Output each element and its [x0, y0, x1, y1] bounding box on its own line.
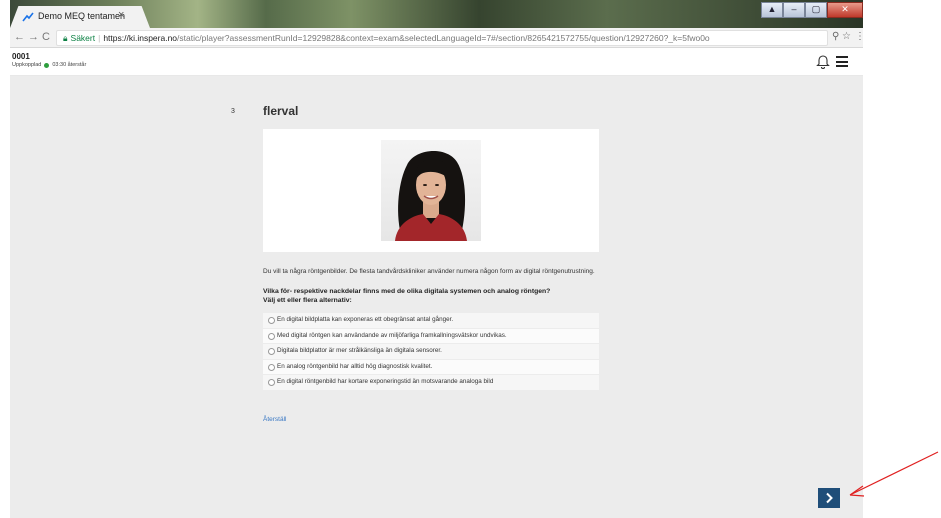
tab-close-icon[interactable]: ×	[118, 9, 124, 21]
answer-option[interactable]: Digitala bildplattor är mer strålkänslig…	[263, 344, 599, 359]
question-title: flerval	[263, 104, 299, 118]
tab-strip: Demo MEQ tentamen × ▲ – ▢ ✕	[10, 0, 863, 28]
status-text: Uppkopplad	[12, 62, 42, 68]
answer-options: En digital bildplatta kan exponeras ett …	[263, 313, 599, 391]
checkbox-icon[interactable]	[268, 363, 275, 371]
app-header: 0001 Uppkopplad 03:30 återstår	[10, 48, 863, 76]
minimize-button[interactable]: –	[783, 2, 805, 18]
window-extra-button[interactable]: ▲	[761, 2, 783, 18]
url-input[interactable]: 🔒︎ Säkert | https://ki.inspera.no/static/pl…	[56, 30, 828, 46]
online-dot-icon	[44, 62, 50, 68]
time-remaining: 03:30 återstår	[52, 62, 87, 68]
answer-option-label: Med digital röntgen kan användande av mi…	[277, 331, 507, 339]
annotation-arrow-icon	[849, 451, 939, 497]
answer-option-label: En analog röntgenbild har alltid hög dia…	[277, 362, 433, 370]
candidate-code: 0001	[12, 52, 30, 61]
secure-label: Säkert	[70, 33, 96, 43]
address-bar: ← → C 🔒︎ Säkert | https://ki.inspera.no/sta…	[10, 28, 865, 48]
question-image-panel	[263, 129, 599, 252]
browser-chrome: Demo MEQ tentamen × ▲ – ▢ ✕ ← → C 🔒︎ Säke…	[10, 0, 865, 48]
checkbox-icon[interactable]	[268, 348, 275, 355]
reload-icon[interactable]: C	[42, 31, 50, 43]
answer-option[interactable]: Med digital röntgen kan användande av mi…	[263, 328, 599, 343]
checkbox-icon[interactable]	[268, 379, 275, 386]
lock-icon: 🔒︎	[63, 33, 68, 43]
answer-option[interactable]: En analog röntgenbild har alltid hög dia…	[263, 359, 599, 374]
answer-option[interactable]: En digital bildplatta kan exponeras ett …	[263, 313, 599, 328]
question-number: 3	[231, 108, 235, 115]
next-question-button[interactable]	[818, 488, 840, 508]
answer-option-label: En digital röntgenbild har kortare expon…	[277, 378, 494, 385]
url-host: https://ki.inspera.no	[103, 33, 178, 43]
url-path: /static/player?assessmentRunId=12929828&…	[177, 33, 710, 43]
inspera-favicon-icon	[22, 12, 34, 22]
answer-option-label: En digital bildplatta kan exponeras ett …	[277, 316, 454, 323]
portrait-photo	[381, 140, 481, 241]
question-intro-text: Du vill ta några röntgenbilder. De flest…	[263, 268, 595, 275]
connection-status: Uppkopplad 03:30 återstår	[12, 62, 86, 68]
answer-option-label: Digitala bildplattor är mer strålkänslig…	[277, 347, 442, 354]
question-instruction: Välj ett eller flera alternativ:	[263, 297, 352, 304]
window-controls: ▲ – ▢ ✕	[761, 2, 863, 18]
zoom-icon[interactable]: ⚲	[832, 31, 839, 42]
answer-option[interactable]: En digital röntgenbild har kortare expon…	[263, 375, 599, 390]
bell-icon[interactable]	[816, 53, 830, 69]
checkbox-icon[interactable]	[268, 332, 275, 340]
browser-menu-icon[interactable]: ⋮	[855, 31, 865, 42]
back-icon[interactable]: ←	[14, 31, 25, 43]
reset-link[interactable]: Återställ	[263, 416, 286, 423]
browser-tab[interactable]: Demo MEQ tentamen ×	[10, 6, 150, 28]
checkbox-icon[interactable]	[268, 317, 275, 324]
bookmark-star-icon[interactable]: ☆	[842, 31, 851, 42]
close-window-button[interactable]: ✕	[827, 2, 863, 18]
question-prompt: Vilka för- respektive nackdelar finns me…	[263, 288, 551, 295]
tab-title: Demo MEQ tentamen	[38, 11, 126, 21]
forward-icon[interactable]: →	[28, 31, 39, 43]
maximize-button[interactable]: ▢	[805, 2, 827, 18]
chevron-right-icon	[826, 492, 833, 504]
url-separator: |	[98, 33, 101, 43]
hamburger-menu-icon[interactable]	[836, 56, 848, 67]
